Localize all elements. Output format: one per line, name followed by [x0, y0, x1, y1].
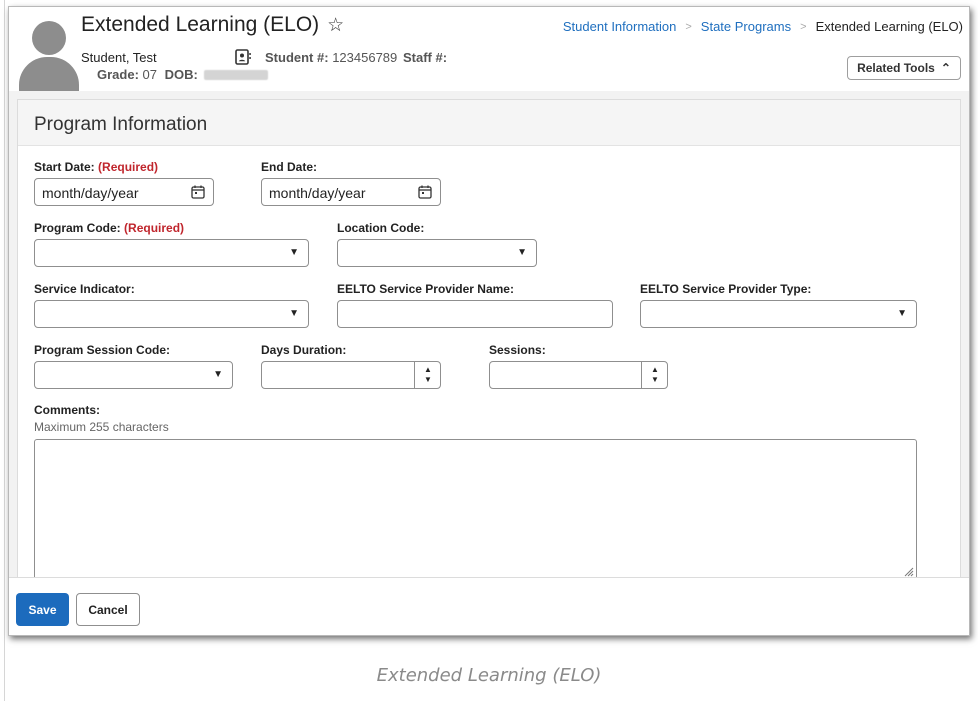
caret-down-icon: ▼	[517, 247, 527, 258]
action-bar: Save Cancel	[9, 577, 969, 635]
breadcrumb: Student Information > State Programs > E…	[563, 19, 963, 34]
breadcrumb-separator-icon: >	[800, 20, 807, 33]
end-date-label: End Date:	[261, 160, 318, 174]
grade-dob-line: Grade: 07 DOB:	[97, 67, 269, 82]
caret-down-icon: ▼	[289, 308, 299, 319]
caret-down-icon: ▼	[213, 369, 223, 380]
content-area: Program Information Start Date: (Require…	[9, 91, 969, 580]
comments-hint: Maximum 255 characters	[34, 420, 169, 434]
breadcrumb-state-programs[interactable]: State Programs	[701, 19, 791, 34]
caret-down-icon: ▼	[289, 247, 299, 258]
comments-label: Comments:	[34, 403, 101, 417]
grade-label: Grade:	[97, 67, 139, 82]
program-code-label: Program Code: (Required)	[34, 221, 184, 235]
comments-textarea[interactable]	[34, 439, 917, 580]
student-number: Student #: 123456789	[265, 50, 397, 65]
start-date-label: Start Date: (Required)	[34, 160, 158, 174]
staff-number: Staff #:	[403, 50, 448, 65]
spin-up-icon[interactable]: ▲	[651, 365, 659, 374]
required-marker: (Required)	[98, 160, 159, 174]
sessions-input[interactable]: ▲ ▼	[489, 361, 668, 389]
document-margin-rule	[4, 0, 5, 701]
location-code-label: Location Code:	[337, 221, 425, 235]
related-tools-label: Related Tools	[857, 61, 935, 75]
student-number-value: 123456789	[332, 50, 398, 65]
chevron-up-icon: ⌃	[940, 61, 951, 75]
resize-grip-icon[interactable]	[904, 567, 914, 577]
provider-type-select[interactable]: ▼	[640, 300, 917, 328]
sessions-label: Sessions:	[489, 343, 546, 357]
session-code-select[interactable]: ▼	[34, 361, 233, 389]
provider-type-label: EELTO Service Provider Type:	[640, 282, 812, 296]
page-title: Extended Learning (ELO)	[81, 13, 320, 36]
calendar-icon[interactable]	[418, 185, 432, 199]
end-date-field[interactable]: month/day/year	[261, 178, 441, 206]
student-name: Student, Test	[81, 50, 157, 65]
spin-up-icon[interactable]: ▲	[424, 365, 432, 374]
spin-down-icon[interactable]: ▼	[424, 375, 432, 384]
days-duration-spinner[interactable]: ▲ ▼	[414, 362, 440, 388]
calendar-icon[interactable]	[191, 185, 205, 199]
avatar-head	[32, 21, 66, 55]
save-button[interactable]: Save	[16, 593, 69, 626]
service-indicator-label: Service Indicator:	[34, 282, 135, 296]
screenshot-frame: Extended Learning (ELO) ☆ Student, Test …	[8, 6, 970, 636]
dob-redacted	[204, 70, 269, 80]
title-row: Extended Learning (ELO) ☆	[81, 13, 344, 37]
start-date-field[interactable]: month/day/year	[34, 178, 214, 206]
grade-value: 07	[142, 67, 157, 82]
program-code-label-text: Program Code:	[34, 221, 121, 235]
breadcrumb-current: Extended Learning (ELO)	[815, 19, 963, 34]
avatar	[19, 17, 79, 91]
related-tools-button[interactable]: Related Tools ⌃	[847, 56, 961, 80]
cancel-button[interactable]: Cancel	[76, 593, 140, 626]
breadcrumb-student-information[interactable]: Student Information	[563, 19, 676, 34]
days-duration-label: Days Duration:	[261, 343, 347, 357]
caret-down-icon: ▼	[897, 308, 907, 319]
breadcrumb-separator-icon: >	[685, 20, 692, 33]
student-header: Extended Learning (ELO) ☆ Student, Test …	[9, 7, 969, 91]
program-information-panel: Program Information Start Date: (Require…	[17, 99, 961, 580]
start-date-placeholder: month/day/year	[42, 185, 139, 201]
end-date-placeholder: month/day/year	[269, 185, 366, 201]
dob-label: DOB:	[164, 67, 198, 82]
student-number-label: Student #:	[265, 50, 329, 65]
spin-down-icon[interactable]: ▼	[651, 375, 659, 384]
avatar-body	[19, 57, 79, 91]
days-duration-input[interactable]: ▲ ▼	[261, 361, 441, 389]
program-code-select[interactable]: ▼	[34, 239, 309, 267]
contact-card-icon[interactable]	[235, 49, 251, 65]
sessions-spinner[interactable]: ▲ ▼	[641, 362, 667, 388]
service-indicator-select[interactable]: ▼	[34, 300, 309, 328]
session-code-label: Program Session Code:	[34, 343, 171, 357]
provider-name-label: EELTO Service Provider Name:	[337, 282, 514, 296]
provider-name-input[interactable]	[337, 300, 613, 328]
panel-title: Program Information	[18, 100, 960, 146]
start-date-label-text: Start Date:	[34, 160, 95, 174]
location-code-select[interactable]: ▼	[337, 239, 537, 267]
required-marker: (Required)	[124, 221, 185, 235]
star-icon[interactable]: ☆	[327, 14, 344, 37]
figure-caption: Extended Learning (ELO)	[376, 665, 602, 686]
